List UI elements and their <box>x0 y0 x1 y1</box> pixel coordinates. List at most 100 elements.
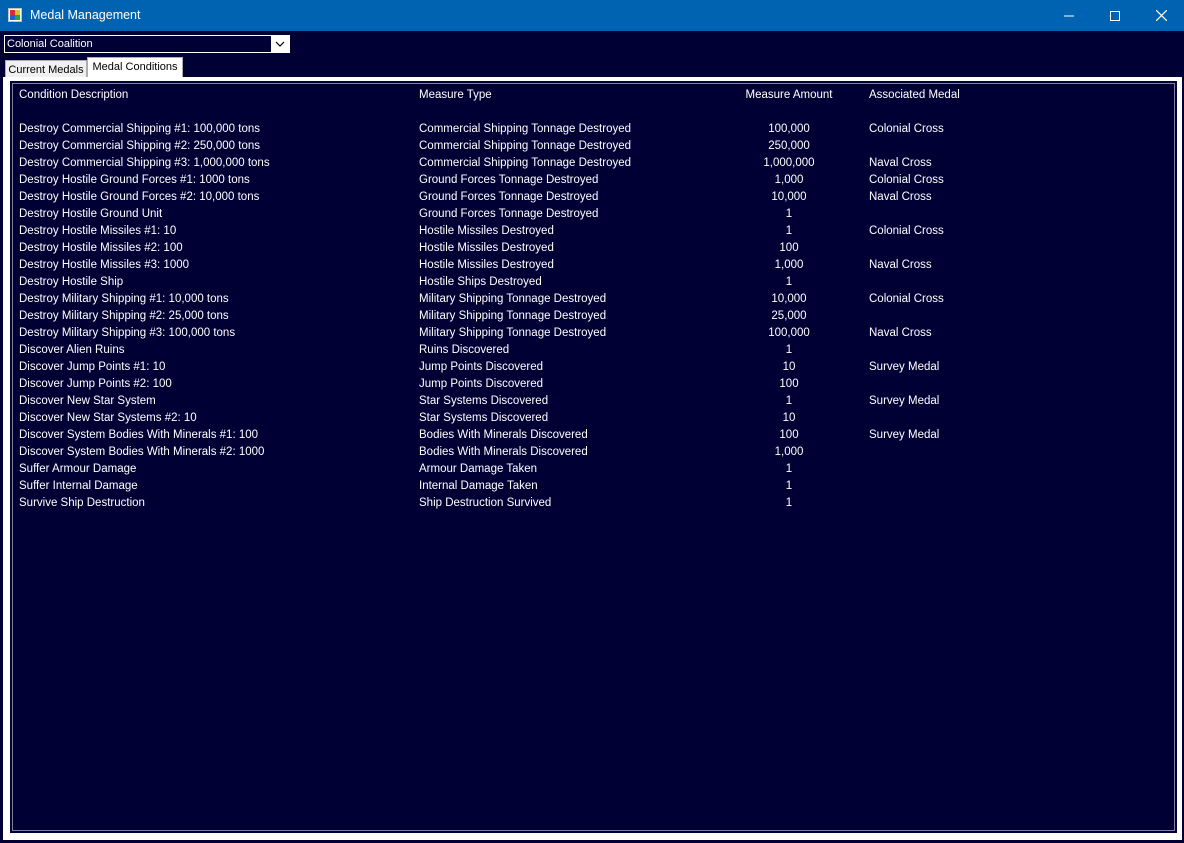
cell-measure-type: Military Shipping Tonnage Destroyed <box>419 310 607 322</box>
table-row[interactable]: Destroy Military Shipping #1: 10,000 ton… <box>13 291 1174 308</box>
cell-condition-description: Suffer Internal Damage <box>19 480 138 492</box>
chevron-down-icon <box>275 41 285 47</box>
table-row[interactable]: Discover Alien Ruins Ruins Discovered 1 <box>13 342 1174 359</box>
panel-content: Condition Description Measure Type Measu… <box>10 81 1177 833</box>
tab-medal-conditions[interactable]: Medal Conditions <box>87 57 183 78</box>
table-row[interactable]: Destroy Hostile Ground Unit Ground Forces… <box>13 206 1174 223</box>
cell-condition-description: Destroy Hostile Missiles #2: 100 <box>19 242 183 254</box>
cell-measure-type: Hostile Missiles Destroyed <box>419 259 554 271</box>
tab-current-medals[interactable]: Current Medals <box>5 60 87 77</box>
cell-measure-amount: 25,000 <box>771 310 807 322</box>
cell-measure-amount: 100,000 <box>768 123 810 135</box>
cell-condition-description: Discover Jump Points #2: 100 <box>19 378 172 390</box>
maximize-icon <box>1110 10 1120 21</box>
listview-header: Condition Description Measure Type Measu… <box>13 87 1174 104</box>
cell-measure-amount: 1 <box>785 208 793 220</box>
cell-measure-amount: 1,000 <box>774 446 804 458</box>
cell-associated-medal: Colonial Cross <box>869 123 944 135</box>
table-row[interactable]: Destroy Hostile Missiles #2: 100 Hostile … <box>13 240 1174 257</box>
table-row[interactable]: Survive Ship Destruction Ship Destruction… <box>13 495 1174 512</box>
table-row[interactable]: Discover System Bodies With Minerals #2:… <box>13 444 1174 461</box>
cell-measure-type: Ruins Discovered <box>419 344 510 356</box>
table-row[interactable]: Suffer Armour Damage Armour Damage Taken 1 <box>13 461 1174 478</box>
table-row[interactable]: Destroy Hostile Missiles #3: 1000 Hostile… <box>13 257 1174 274</box>
cell-condition-description: Destroy Hostile Missiles #3: 1000 <box>19 259 190 271</box>
close-button[interactable] <box>1138 0 1184 31</box>
cell-measure-type: Ship Destruction Survived <box>419 497 552 509</box>
cell-condition-description: Destroy Commercial Shipping #2: 250,000 … <box>19 140 260 152</box>
table-row[interactable]: Destroy Military Shipping #2: 25,000 ton… <box>13 308 1174 325</box>
cell-condition-description: Discover System Bodies With Minerals #2:… <box>19 446 265 458</box>
cell-measure-type: Ground Forces Tonnage Destroyed <box>419 174 599 186</box>
tab-panel-medal-conditions: Condition Description Measure Type Measu… <box>3 77 1182 840</box>
table-row[interactable]: Destroy Hostile Ship Hostile Ships Destro… <box>13 274 1174 291</box>
cell-condition-description: Destroy Hostile Missiles #1: 10 <box>19 225 177 237</box>
cell-associated-medal: Colonial Cross <box>869 225 944 237</box>
cell-condition-description: Destroy Commercial Shipping #3: 1,000,00… <box>19 157 270 169</box>
cell-measure-amount: 1 <box>785 395 793 407</box>
cell-measure-type: Commercial Shipping Tonnage Destroyed <box>419 157 632 169</box>
cell-measure-amount: 1 <box>785 225 793 237</box>
cell-measure-type: Hostile Ships Destroyed <box>419 276 542 288</box>
table-row[interactable]: Destroy Hostile Missiles #1: 10 Hostile M… <box>13 223 1174 240</box>
cell-measure-amount: 1 <box>785 497 793 509</box>
minimize-button[interactable] <box>1046 0 1092 31</box>
cell-measure-amount: 100 <box>779 242 799 254</box>
column-header-measure-amount[interactable]: Measure Amount <box>729 87 849 104</box>
table-row[interactable]: Destroy Commercial Shipping #3: 1,000,00… <box>13 155 1174 172</box>
cell-measure-amount: 10 <box>782 412 796 424</box>
cell-measure-amount: 10 <box>782 361 796 373</box>
minimize-icon <box>1064 15 1074 16</box>
cell-associated-medal: Naval Cross <box>869 259 932 271</box>
table-row[interactable]: Discover Jump Points #1: 10 Jump Points D… <box>13 359 1174 376</box>
cell-measure-amount: 10,000 <box>771 293 807 305</box>
table-row[interactable]: Discover System Bodies With Minerals #1:… <box>13 427 1174 444</box>
cell-associated-medal: Colonial Cross <box>869 293 944 305</box>
window-title: Medal Management <box>30 8 141 22</box>
table-row[interactable]: Destroy Commercial Shipping #2: 250,000 … <box>13 138 1174 155</box>
table-row[interactable]: Discover New Star Systems #2: 10 Star Sys… <box>13 410 1174 427</box>
table-row[interactable]: Destroy Hostile Ground Forces #2: 10,000… <box>13 189 1174 206</box>
column-header-associated-medal[interactable]: Associated Medal <box>869 87 960 104</box>
cell-measure-type: Star Systems Discovered <box>419 412 549 424</box>
race-selector-combobox[interactable]: Colonial Coalition <box>4 35 290 53</box>
cell-measure-type: Ground Forces Tonnage Destroyed <box>419 191 599 203</box>
cell-measure-type: Military Shipping Tonnage Destroyed <box>419 293 607 305</box>
cell-measure-type: Bodies With Minerals Discovered <box>419 446 588 458</box>
table-row[interactable]: Discover Jump Points #2: 100 Jump Points … <box>13 376 1174 393</box>
cell-condition-description: Destroy Hostile Ship <box>19 276 124 288</box>
cell-measure-amount: 1 <box>785 463 793 475</box>
cell-measure-amount: 1 <box>785 344 793 356</box>
cell-measure-type: Commercial Shipping Tonnage Destroyed <box>419 140 632 152</box>
cell-measure-amount: 1 <box>785 276 793 288</box>
maximize-button[interactable] <box>1092 0 1138 31</box>
race-selector-dropdown-button[interactable] <box>271 36 289 52</box>
cell-associated-medal: Survey Medal <box>869 395 940 407</box>
table-row[interactable]: Destroy Commercial Shipping #1: 100,000 … <box>13 121 1174 138</box>
table-row[interactable]: Suffer Internal Damage Internal Damage Ta… <box>13 478 1174 495</box>
cell-measure-amount: 1,000,000 <box>763 157 815 169</box>
column-header-condition-description[interactable]: Condition Description <box>19 87 128 104</box>
medal-conditions-listview[interactable]: Condition Description Measure Type Measu… <box>12 83 1175 831</box>
cell-condition-description: Destroy Military Shipping #1: 10,000 ton… <box>19 293 229 305</box>
cell-condition-description: Destroy Hostile Ground Forces #2: 10,000… <box>19 191 260 203</box>
cell-condition-description: Survive Ship Destruction <box>19 497 145 509</box>
cell-measure-amount: 100,000 <box>768 327 810 339</box>
cell-condition-description: Discover New Star System <box>19 395 156 407</box>
table-row[interactable]: Destroy Military Shipping #3: 100,000 to… <box>13 325 1174 342</box>
cell-associated-medal: Naval Cross <box>869 157 932 169</box>
title-bar[interactable]: Medal Management <box>0 0 1184 31</box>
cell-condition-description: Destroy Hostile Ground Unit <box>19 208 163 220</box>
medal-management-app-icon[interactable] <box>8 8 22 22</box>
table-row[interactable]: Destroy Hostile Ground Forces #1: 1000 t… <box>13 172 1174 189</box>
table-row[interactable]: Discover New Star System Star Systems Dis… <box>13 393 1174 410</box>
cell-associated-medal: Colonial Cross <box>869 174 944 186</box>
cell-condition-description: Discover Alien Ruins <box>19 344 125 356</box>
cell-measure-type: Military Shipping Tonnage Destroyed <box>419 327 607 339</box>
cell-associated-medal: Naval Cross <box>869 191 932 203</box>
column-header-measure-type[interactable]: Measure Type <box>419 87 492 104</box>
cell-condition-description: Discover New Star Systems #2: 10 <box>19 412 197 424</box>
cell-measure-type: Hostile Missiles Destroyed <box>419 242 554 254</box>
cell-measure-amount: 250,000 <box>768 140 810 152</box>
cell-measure-type: Ground Forces Tonnage Destroyed <box>419 208 599 220</box>
